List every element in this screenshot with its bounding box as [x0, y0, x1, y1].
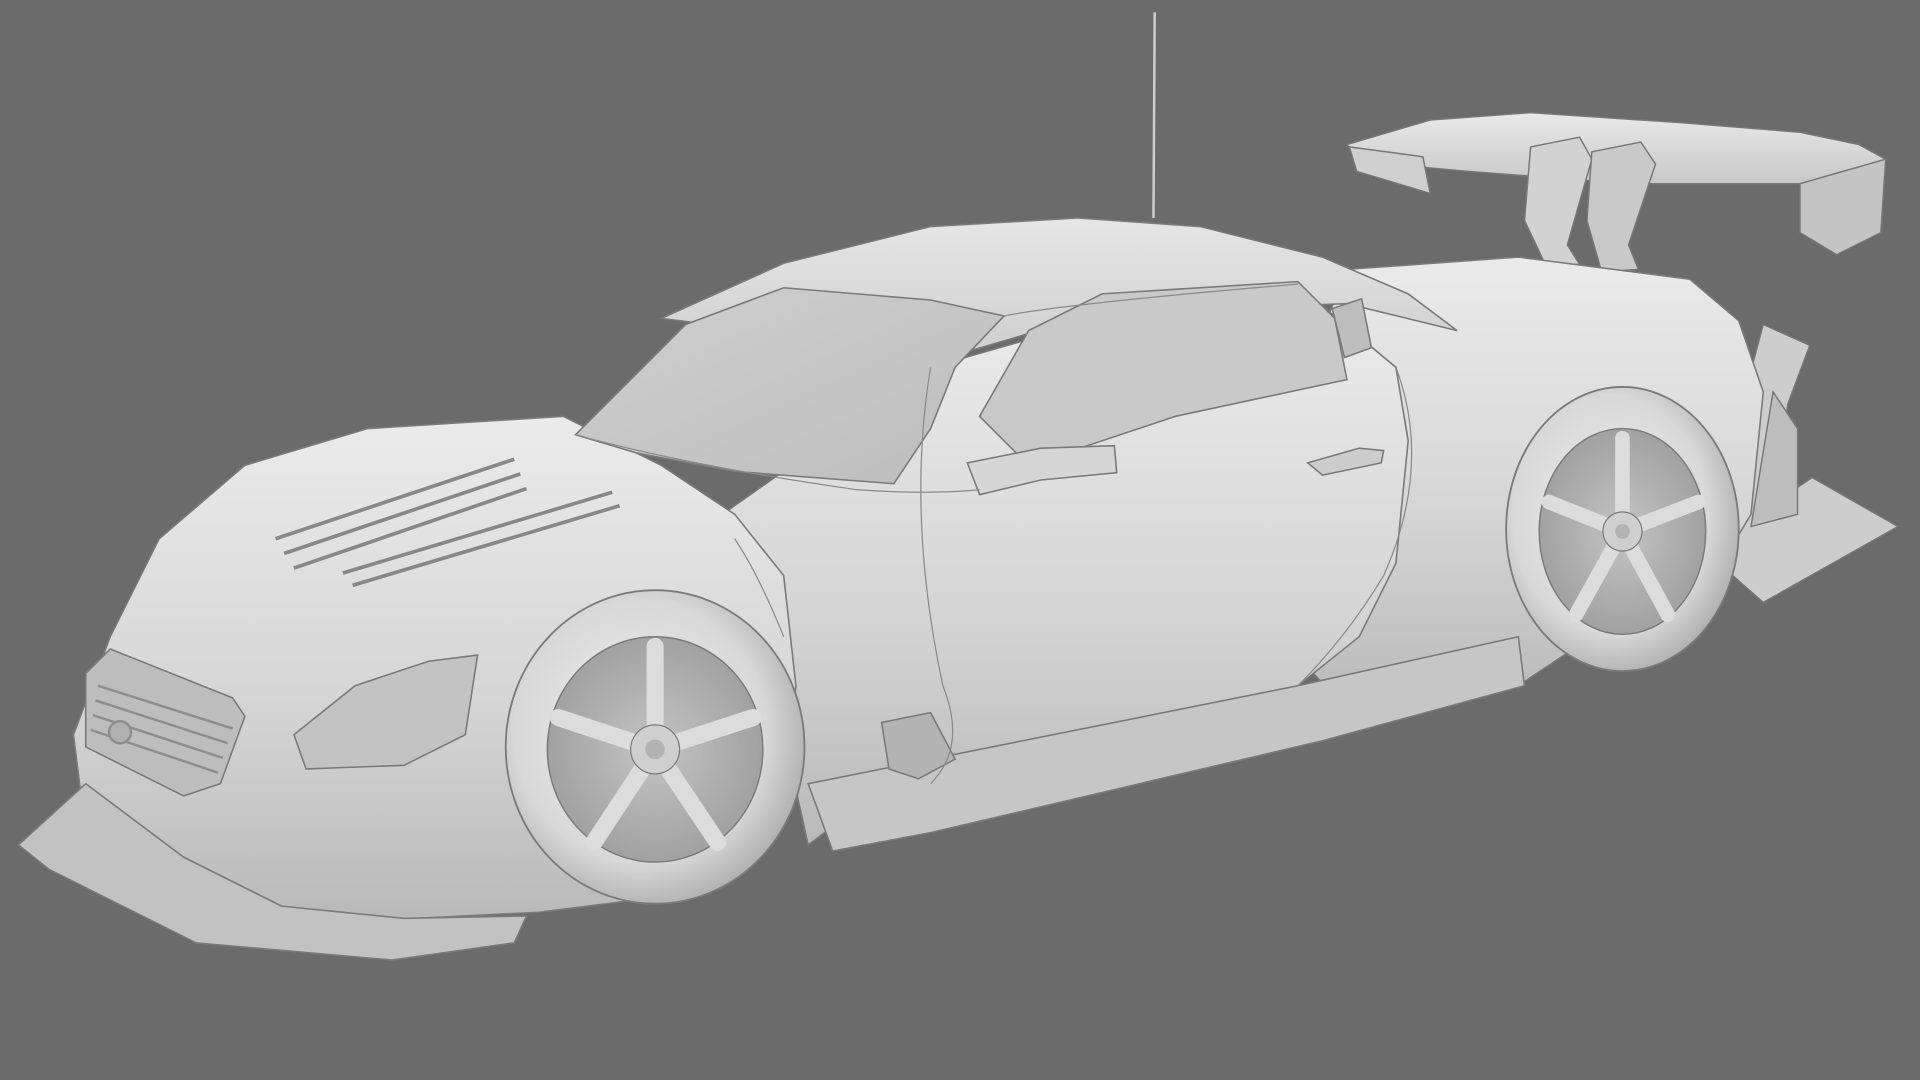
front-wheel: [504, 589, 806, 905]
rear-wing: [1345, 111, 1888, 273]
antenna: [1152, 12, 1156, 218]
render-viewport: [0, 0, 1920, 1080]
rear-wheel: [1505, 386, 1740, 672]
rear-diffuser: [1731, 323, 1900, 604]
car-body: [17, 217, 1765, 961]
car-render: [17, 12, 1900, 961]
